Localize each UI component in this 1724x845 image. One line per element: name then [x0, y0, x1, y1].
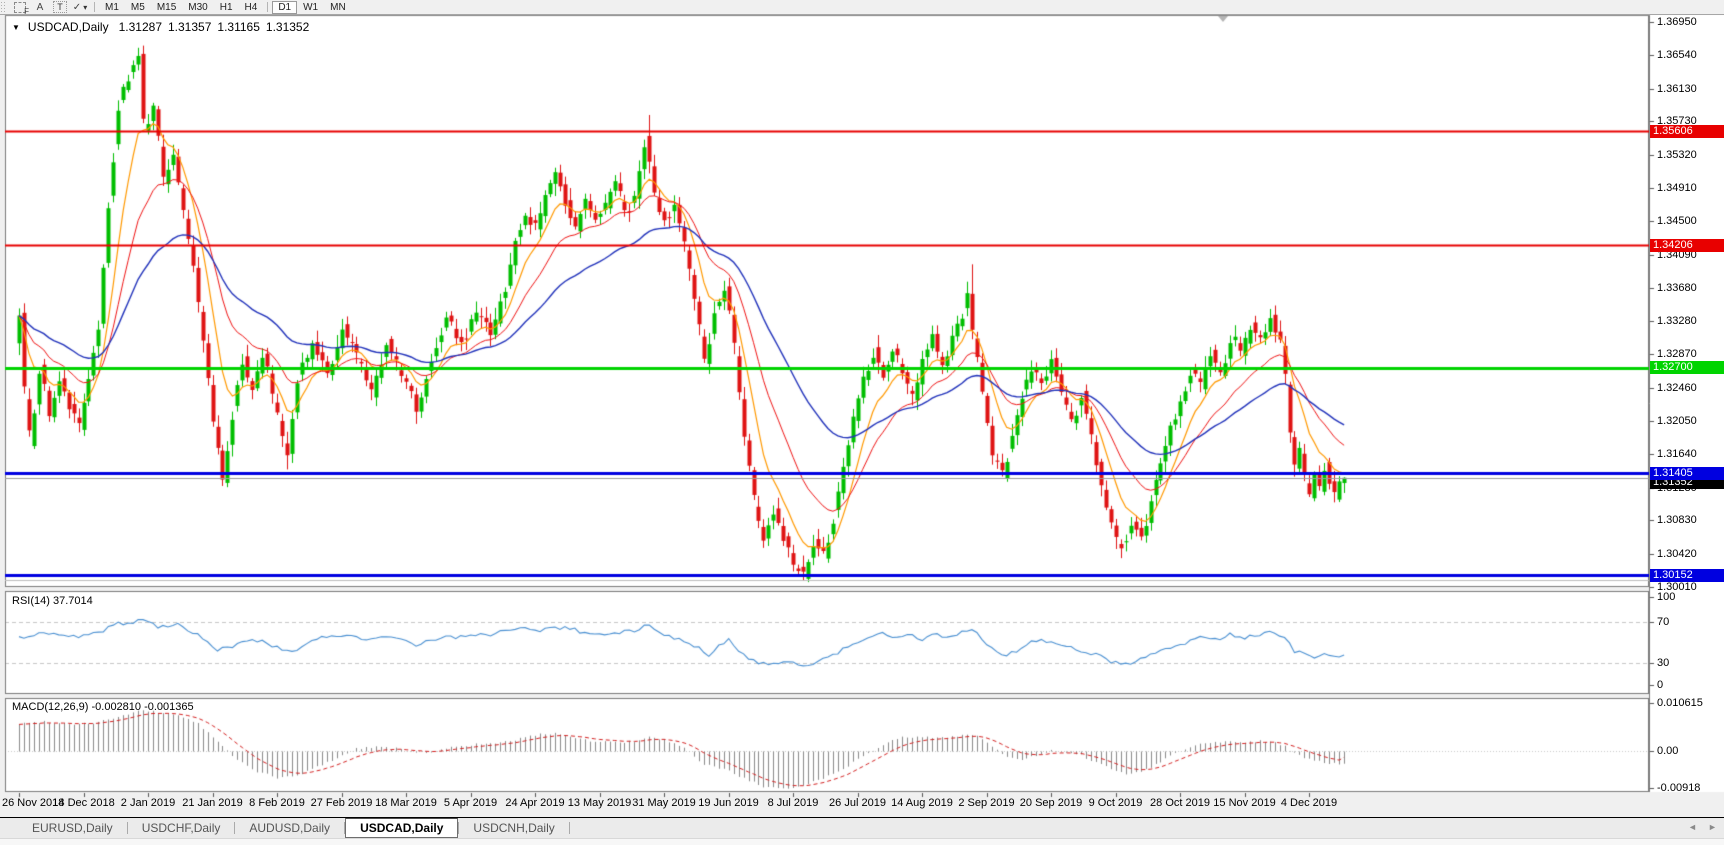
price-axis-tick: 1.36130 — [1657, 83, 1697, 95]
date-axis-label: 5 Apr 2019 — [444, 797, 497, 809]
date-axis-label: 24 Apr 2019 — [505, 797, 564, 809]
terminal-window: F A T ✓ ▾ M1M5M15M30H1H4 D1W1MN ▼ USDCAD,… — [0, 0, 1724, 845]
rsi-label: RSI(14) 37.7014 — [12, 595, 93, 607]
text-icon: A — [37, 2, 44, 13]
chart-tabbar: EURUSD,DailyUSDCHF,DailyAUDUSD,DailyUSDC… — [0, 818, 1724, 838]
toolbar-separator — [94, 2, 95, 12]
price-axis-tick: 1.36950 — [1657, 16, 1697, 28]
price-axis-tick: 1.32870 — [1657, 348, 1697, 360]
label-tool-button[interactable]: T — [52, 1, 68, 13]
arrows-tool-button[interactable]: ✓ ▾ — [72, 1, 88, 13]
date-axis-label: 4 Dec 2019 — [1281, 797, 1337, 809]
chart-tab-USDCHF[interactable]: USDCHF,Daily — [128, 818, 235, 838]
ohlc-low: 1.31165 — [217, 20, 260, 34]
status-strip — [0, 838, 1724, 845]
date-axis-label: 8 Jul 2019 — [768, 797, 819, 809]
toolbar-separator — [267, 2, 268, 12]
timeframe-button-MN[interactable]: MN — [324, 1, 352, 14]
date-axis-label: 20 Sep 2019 — [1020, 797, 1082, 809]
chart-tab-USDCNH[interactable]: USDCNH,Daily — [459, 818, 568, 838]
date-axis-label: 31 May 2019 — [632, 797, 696, 809]
date-axis-label: 26 Jul 2019 — [829, 797, 886, 809]
chart-tab-AUDUSD[interactable]: AUDUSD,Daily — [235, 818, 344, 838]
timeframe-button-M5[interactable]: M5 — [125, 1, 151, 14]
tabs-container: EURUSD,DailyUSDCHF,DailyAUDUSD,DailyUSDC… — [18, 818, 570, 838]
level-price-tag: 1.34206 — [1650, 239, 1724, 252]
price-axis-tick: 1.33680 — [1657, 282, 1697, 294]
macd-axis-tick: -0.00918 — [1657, 782, 1700, 794]
rsi-axis-tick: 0 — [1657, 679, 1663, 691]
date-axis-label: 2 Jan 2019 — [121, 797, 175, 809]
timeframe-toolbar: M1M5M15M30H1H4 D1W1MN — [99, 1, 352, 14]
price-axis-tick: 1.31640 — [1657, 448, 1697, 460]
text-tool-button[interactable]: A — [32, 1, 48, 13]
date-axis-label: 13 May 2019 — [568, 797, 632, 809]
ohlc-close: 1.31352 — [266, 20, 309, 34]
date-axis-label: 27 Feb 2019 — [311, 797, 373, 809]
rsi-axis-tick: 70 — [1657, 616, 1669, 628]
price-axis-tick: 1.33280 — [1657, 315, 1697, 327]
chart-collapse-icon[interactable]: ▼ — [12, 23, 20, 32]
timeframe-button-D1[interactable]: D1 — [272, 1, 297, 14]
price-axis-tick: 1.30830 — [1657, 514, 1697, 526]
tab-scroll-right-button[interactable]: ► — [1708, 822, 1717, 832]
rsi-axis-tick: 30 — [1657, 657, 1669, 669]
macd-signal-value: -0.001365 — [144, 701, 194, 713]
toolbar-grip[interactable] — [1, 2, 7, 12]
tab-separator — [569, 822, 570, 834]
level-price-tag: 1.35606 — [1650, 125, 1724, 138]
date-axis-label: 9 Oct 2019 — [1089, 797, 1143, 809]
price-axis-tick: 1.32460 — [1657, 382, 1697, 394]
chart-tab-USDCAD[interactable]: USDCAD,Daily — [345, 818, 458, 838]
timeframe-button-W1[interactable]: W1 — [297, 1, 324, 14]
price-axis-tick: 1.32050 — [1657, 415, 1697, 427]
price-axis-tick: 1.30420 — [1657, 548, 1697, 560]
timeframe-button-M1[interactable]: M1 — [99, 1, 125, 14]
tab-scroll-left-button[interactable]: ◄ — [1688, 822, 1697, 832]
date-axis-label: 21 Jan 2019 — [182, 797, 243, 809]
level-price-tag: 1.31405 — [1650, 467, 1724, 480]
rsi-value: 37.7014 — [53, 595, 93, 607]
date-axis-label: 28 Oct 2019 — [1150, 797, 1210, 809]
ohlc-high: 1.31357 — [168, 20, 211, 34]
date-axis-label: 8 Feb 2019 — [249, 797, 305, 809]
label-icon: T — [53, 1, 67, 13]
chart-title: ▼ USDCAD,Daily 1.31287 1.31357 1.31165 1… — [12, 20, 309, 34]
date-axis-label: 18 Mar 2019 — [375, 797, 437, 809]
symbol-label: USDCAD,Daily — [28, 20, 109, 34]
price-axis-tick: 1.34500 — [1657, 215, 1697, 227]
macd-axis-tick: 0.010615 — [1657, 697, 1703, 709]
toolbar: F A T ✓ ▾ M1M5M15M30H1H4 D1W1MN — [0, 0, 1724, 15]
timeframe-button-H1[interactable]: H1 — [214, 1, 239, 14]
ohlc-open: 1.31287 — [119, 20, 162, 34]
timeframe-button-M30[interactable]: M30 — [182, 1, 213, 14]
date-axis-label: 19 Jun 2019 — [698, 797, 759, 809]
timeframe-button-M15[interactable]: M15 — [151, 1, 182, 14]
arrows-dropdown-icon[interactable]: ▾ — [83, 3, 87, 12]
macd-value: -0.002810 — [91, 701, 141, 713]
date-axis-label: 14 Aug 2019 — [891, 797, 953, 809]
level-price-tag: 1.32700 — [1650, 361, 1724, 374]
fibonacci-icon: F — [14, 2, 26, 13]
macd-axis-tick: 0.00 — [1657, 745, 1678, 757]
macd-label: MACD(12,26,9) -0.002810 -0.001365 — [12, 701, 194, 713]
arrows-icon: ✓ — [73, 2, 81, 13]
date-axis-label: 14 Dec 2018 — [52, 797, 114, 809]
timeframe-button-H4[interactable]: H4 — [239, 1, 264, 14]
chart-canvas[interactable] — [0, 0, 1724, 845]
date-axis-label: 15 Nov 2019 — [1213, 797, 1275, 809]
date-axis-label: 2 Sep 2019 — [958, 797, 1014, 809]
price-axis-tick: 1.36540 — [1657, 49, 1697, 61]
rsi-axis-tick: 100 — [1657, 591, 1675, 603]
price-axis-tick: 1.34910 — [1657, 182, 1697, 194]
level-price-tag: 1.30152 — [1650, 569, 1724, 582]
fibonacci-tool-button[interactable]: F — [12, 1, 28, 13]
chart-tab-EURUSD[interactable]: EURUSD,Daily — [18, 818, 127, 838]
price-axis-tick: 1.35320 — [1657, 149, 1697, 161]
